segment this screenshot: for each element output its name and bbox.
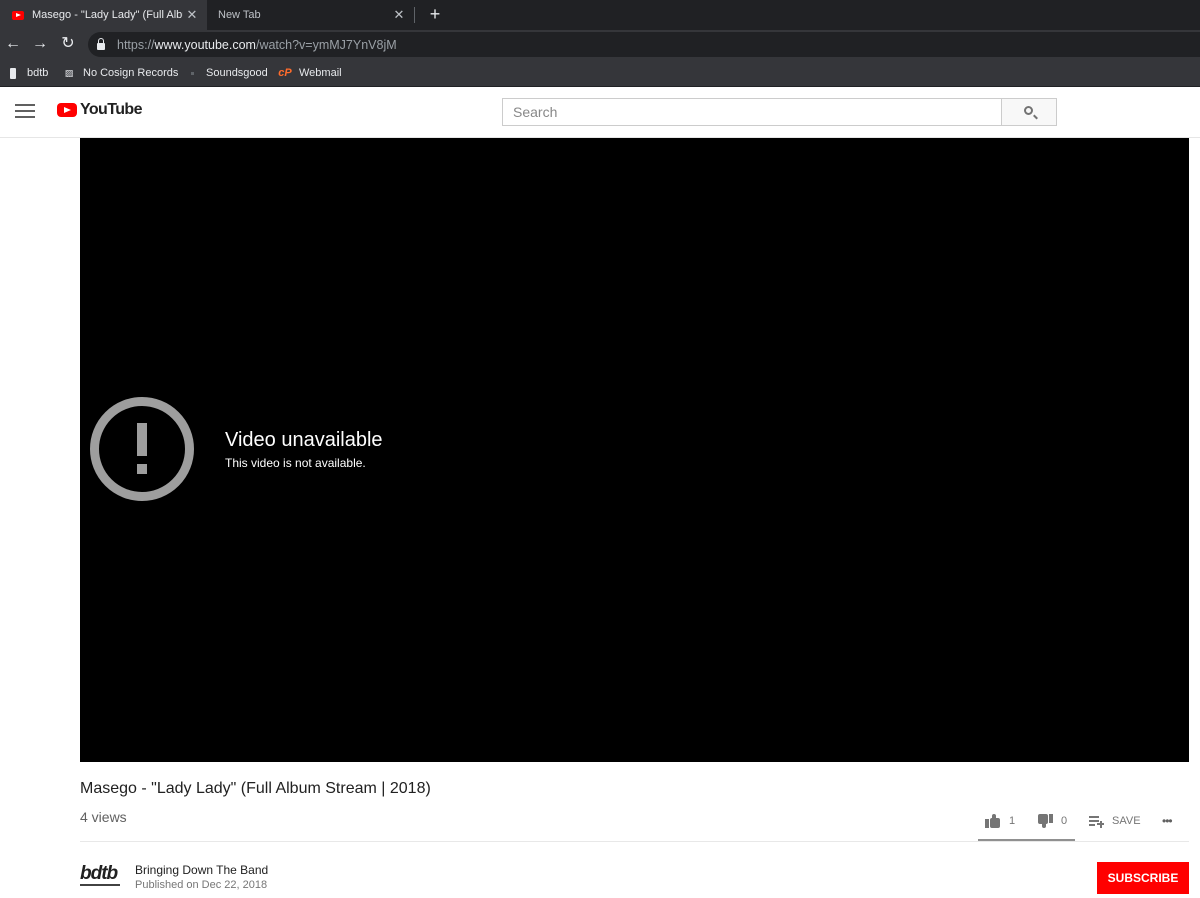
search-input[interactable] [502, 98, 1002, 126]
tab-close-icon[interactable]: ✕ [183, 7, 201, 23]
tab-title: New Tab [218, 9, 261, 21]
dislike-button[interactable]: 0 [1037, 812, 1067, 830]
like-button[interactable]: 1 [985, 812, 1015, 830]
ncr-icon: ▨ [64, 67, 74, 78]
channel-avatar-text: bdtb [80, 863, 118, 884]
video-player[interactable]: Video unavailable This video is not avai… [80, 138, 1189, 762]
tab-separator [414, 7, 415, 23]
search-button[interactable] [1001, 98, 1057, 126]
video-title: Masego - "Lady Lady" (Full Album Stream … [80, 780, 431, 797]
search-icon [1024, 106, 1033, 115]
bookmark-label: No Cosign Records [83, 67, 179, 79]
tab-new-tab[interactable]: New Tab ✕ [208, 0, 414, 30]
bookmarks-bar: bdtb ▨ No Cosign Records Soundsgood cP W… [0, 59, 1200, 87]
tab-close-icon[interactable]: ✕ [390, 7, 408, 23]
forward-icon[interactable]: → [29, 33, 51, 55]
address-bar[interactable]: https://www.youtube.com/watch?v=ymMJ7YnV… [88, 32, 1200, 57]
bdtb-icon [7, 67, 19, 79]
cpanel-icon: cP [278, 67, 292, 79]
error-subtitle: This video is not available. [225, 456, 366, 470]
error-title: Video unavailable [225, 429, 383, 451]
url-path: /watch?v=ymMJ7YnV8jM [255, 37, 397, 52]
new-tab-button[interactable]: + [424, 3, 446, 25]
youtube-favicon-icon [12, 10, 24, 20]
more-actions-icon[interactable]: ••• [1162, 812, 1173, 830]
reload-icon[interactable]: ↻ [57, 33, 79, 55]
like-count: 1 [1009, 815, 1016, 827]
tab-title: Masego - "Lady Lady" (Full Albun [32, 9, 183, 21]
hamburger-menu-icon[interactable] [15, 104, 35, 120]
browser-tabstrip: Masego - "Lady Lady" (Full Albun ✕ New T… [0, 0, 1200, 30]
bookmark-label: Soundsgood [206, 67, 268, 79]
subscribe-button[interactable]: SUBSCRIBE [1097, 862, 1189, 894]
youtube-masthead: YouTube [0, 87, 1200, 138]
browser-toolbar: ← → ↻ https://www.youtube.com/watch?v=ym… [0, 30, 1200, 59]
soundsgood-icon [186, 67, 198, 79]
view-count: 4 views [80, 809, 127, 825]
channel-avatar[interactable]: bdtb [80, 864, 122, 888]
url-host: www.youtube.com [154, 37, 256, 52]
lock-icon [97, 38, 105, 50]
info-divider [80, 841, 1189, 842]
bookmark-label: Webmail [299, 67, 342, 79]
channel-name[interactable]: Bringing Down The Band [135, 863, 268, 877]
youtube-wordmark: YouTube [80, 101, 142, 118]
error-exclamation-icon [90, 397, 194, 501]
url-scheme: https:// [117, 37, 155, 52]
publish-date: Published on Dec 22, 2018 [135, 879, 268, 891]
tab-youtube[interactable]: Masego - "Lady Lady" (Full Albun ✕ [0, 0, 207, 30]
youtube-play-icon [57, 103, 77, 117]
bookmark-webmail[interactable]: cP Webmail [278, 65, 342, 81]
bookmark-soundsgood[interactable]: Soundsgood [186, 65, 268, 81]
thumbs-down-icon [1037, 814, 1053, 828]
bookmark-no-cosign-records[interactable]: ▨ No Cosign Records [63, 65, 179, 81]
save-label: SAVE [1112, 815, 1141, 827]
address-url: https://www.youtube.com/watch?v=ymMJ7YnV… [117, 38, 397, 52]
thumbs-up-icon [985, 814, 1001, 828]
save-button[interactable]: SAVE [1089, 812, 1141, 830]
youtube-logo[interactable]: YouTube [57, 101, 142, 119]
channel-avatar-rule [80, 884, 120, 886]
back-icon[interactable]: ← [2, 33, 24, 55]
dislike-count: 0 [1061, 815, 1068, 827]
bookmark-bdtb[interactable]: bdtb [7, 65, 48, 81]
bookmark-label: bdtb [27, 67, 49, 79]
playlist-add-icon [1089, 815, 1104, 828]
